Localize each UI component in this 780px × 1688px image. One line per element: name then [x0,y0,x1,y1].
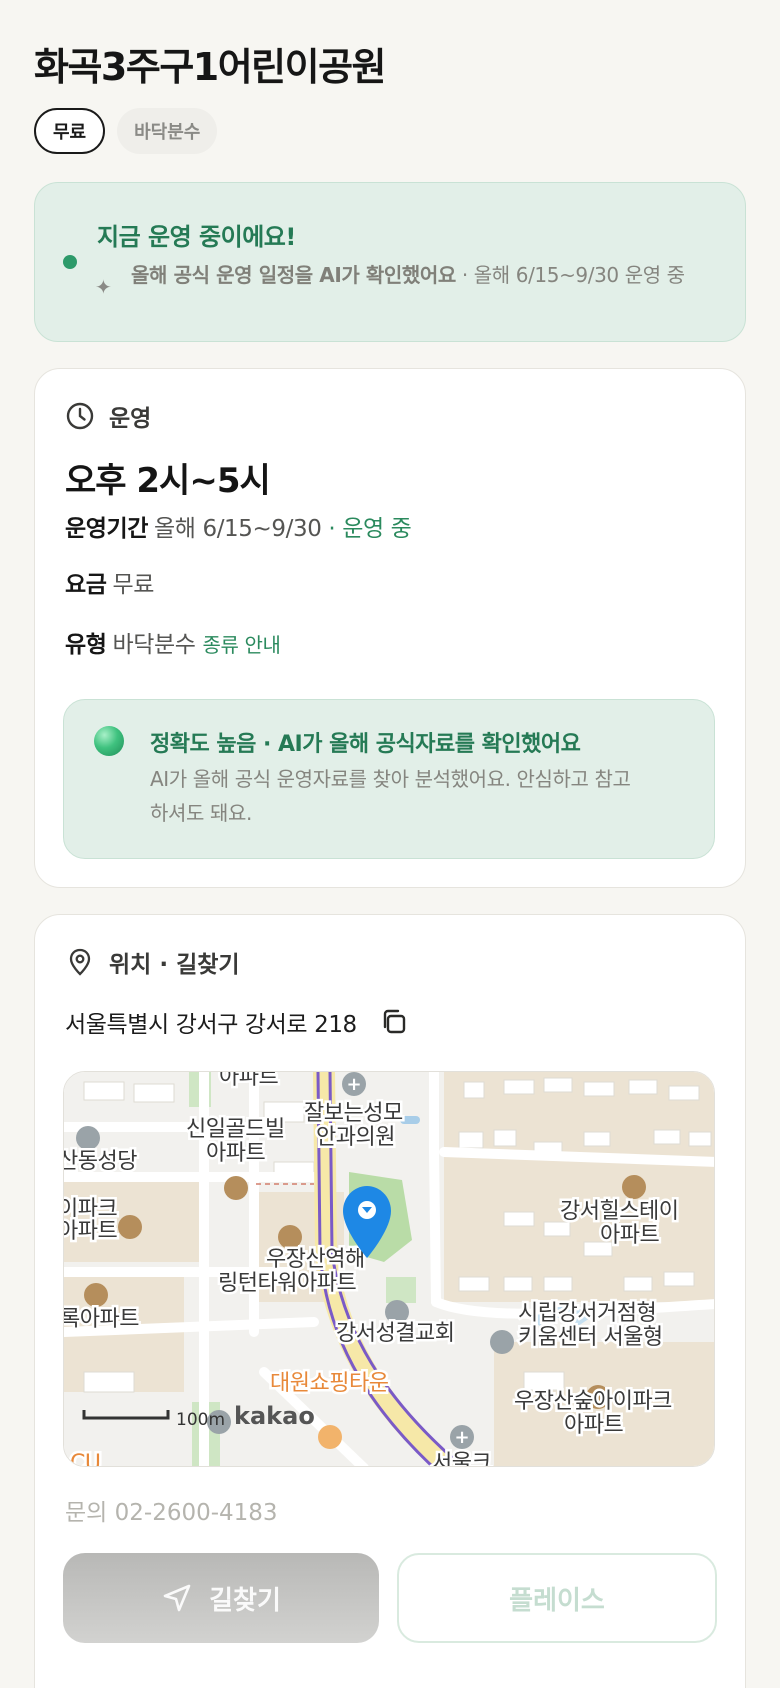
navigation-icon [163,1584,191,1612]
period-status: · 운영 중 [328,516,412,542]
map-canvas[interactable]: + + 아파트 잘보는성모 안과의원 신일골드빌 아파트 산동성당 이파 [64,1072,715,1467]
accuracy-title: 정확도 높음 · AI가 올해 공식자료를 확인했어요 [150,732,581,757]
status-desc-bold: 올해 공식 운영 일정을 AI가 확인했어요 [131,263,456,287]
accuracy-orb-icon [94,726,124,756]
page-title: 화곡3주구1어린이공원 [34,45,387,89]
location-card: 위치 · 길찾기 서울특별시 강서구 강서로 218 + + 아파트 잘보는성모… [34,914,746,1688]
map-label: 키움센터 서울형 [518,1325,663,1350]
type-row: 유형 바닥분수 종류 안내 [65,625,281,659]
accuracy-description: AI가 올해 공식 운영자료를 찾아 분석했어요. 안심하고 참고하셔도 돼요. [150,767,631,825]
status-desc-rest: · 올해 6/15~9/30 운영 중 [455,263,685,287]
location-header: 위치 · 길찾기 [65,945,240,979]
operating-status-card: 지금 운영 중이에요! ✦ 올해 공식 운영 일정을 AI가 확인했어요 · 올… [34,182,746,342]
accuracy-box: 정확도 높음 · AI가 올해 공식자료를 확인했어요 AI가 올해 공식 운영… [63,699,715,859]
place-button-label: 플레이스 [509,1585,605,1616]
map-label: 아파트 [564,1413,623,1438]
svg-text:+: + [346,1074,361,1095]
map-label: 서울크 [432,1451,491,1467]
operation-header: 운영 [65,399,151,433]
kakao-logo: kakao [234,1402,315,1430]
map-label: 록아파트 [64,1307,139,1332]
map-label: 링턴타워아파트 [218,1271,356,1296]
period-value: 올해 6/15~9/30 [154,516,322,542]
status-dot [63,255,77,269]
map-label: 아파트 [219,1072,278,1090]
type-label: 유형 [65,632,107,658]
map-label: 대원쇼핑타운 [270,1371,389,1396]
status-description: 올해 공식 운영 일정을 AI가 확인했어요 · 올해 6/15~9/30 운영… [131,260,721,290]
map-label: 아파트 [64,1219,117,1244]
contact-phone[interactable]: 문의 02-2600-4183 [65,1493,278,1527]
operating-hours: 오후 2시~5시 [65,461,271,501]
map-label: 우장산역해 [266,1247,365,1272]
map-label: 잘보는성모 [304,1101,403,1126]
map-label: 강서성결교회 [336,1321,454,1346]
route-button-label: 길찾기 [209,1585,281,1616]
map-label: 산동성당 [64,1149,137,1174]
type-tag[interactable]: 바닥분수 [117,108,218,154]
sparkle-icon: ✦ [95,275,112,299]
map-label: 강서힐스테이 [560,1199,678,1224]
map-label: 아파트 [206,1141,265,1166]
map-label: 아파트 [600,1223,659,1248]
map-label: 우장산숲아이파크 [514,1389,672,1414]
map-label: CU [70,1451,100,1467]
operation-header-label: 운영 [109,406,152,432]
status-title: 지금 운영 중이에요! [97,223,296,251]
location-pin-icon [69,948,91,976]
period-row: 운영기간 올해 6/15~9/30 · 운영 중 [65,509,412,543]
route-button[interactable]: 길찾기 [63,1553,379,1643]
copy-icon[interactable] [379,1007,409,1037]
map-label: 신일골드빌 [186,1117,285,1142]
operation-card: 운영 오후 2시~5시 운영기간 올해 6/15~9/30 · 운영 중 요금 무료… [34,368,746,888]
svg-text:+: + [454,1427,469,1448]
address-row: 서울특별시 강서구 강서로 218 [65,1005,409,1039]
map-label: 안과의원 [316,1125,395,1150]
fee-value: 무료 [112,572,155,598]
place-button[interactable]: 플레이스 [397,1553,717,1643]
fee-row: 요금 무료 [65,565,154,599]
clock-icon [66,402,94,430]
location-header-label: 위치 · 길찾기 [109,952,240,978]
scale-label: 100m [176,1410,225,1430]
map-label: 시립강서거점형 [518,1301,656,1326]
tag-list: 무료 바닥분수 [34,108,218,154]
address-text: 서울특별시 강서구 강서로 218 [65,1012,357,1038]
type-value: 바닥분수 [112,632,196,658]
map-view[interactable]: + + 아파트 잘보는성모 안과의원 신일골드빌 아파트 산동성당 이파 [63,1071,715,1467]
type-guide-link[interactable]: 종류 안내 [203,633,281,657]
fee-tag[interactable]: 무료 [34,108,106,154]
period-label: 운영기간 [65,516,149,542]
fee-label: 요금 [65,572,107,598]
